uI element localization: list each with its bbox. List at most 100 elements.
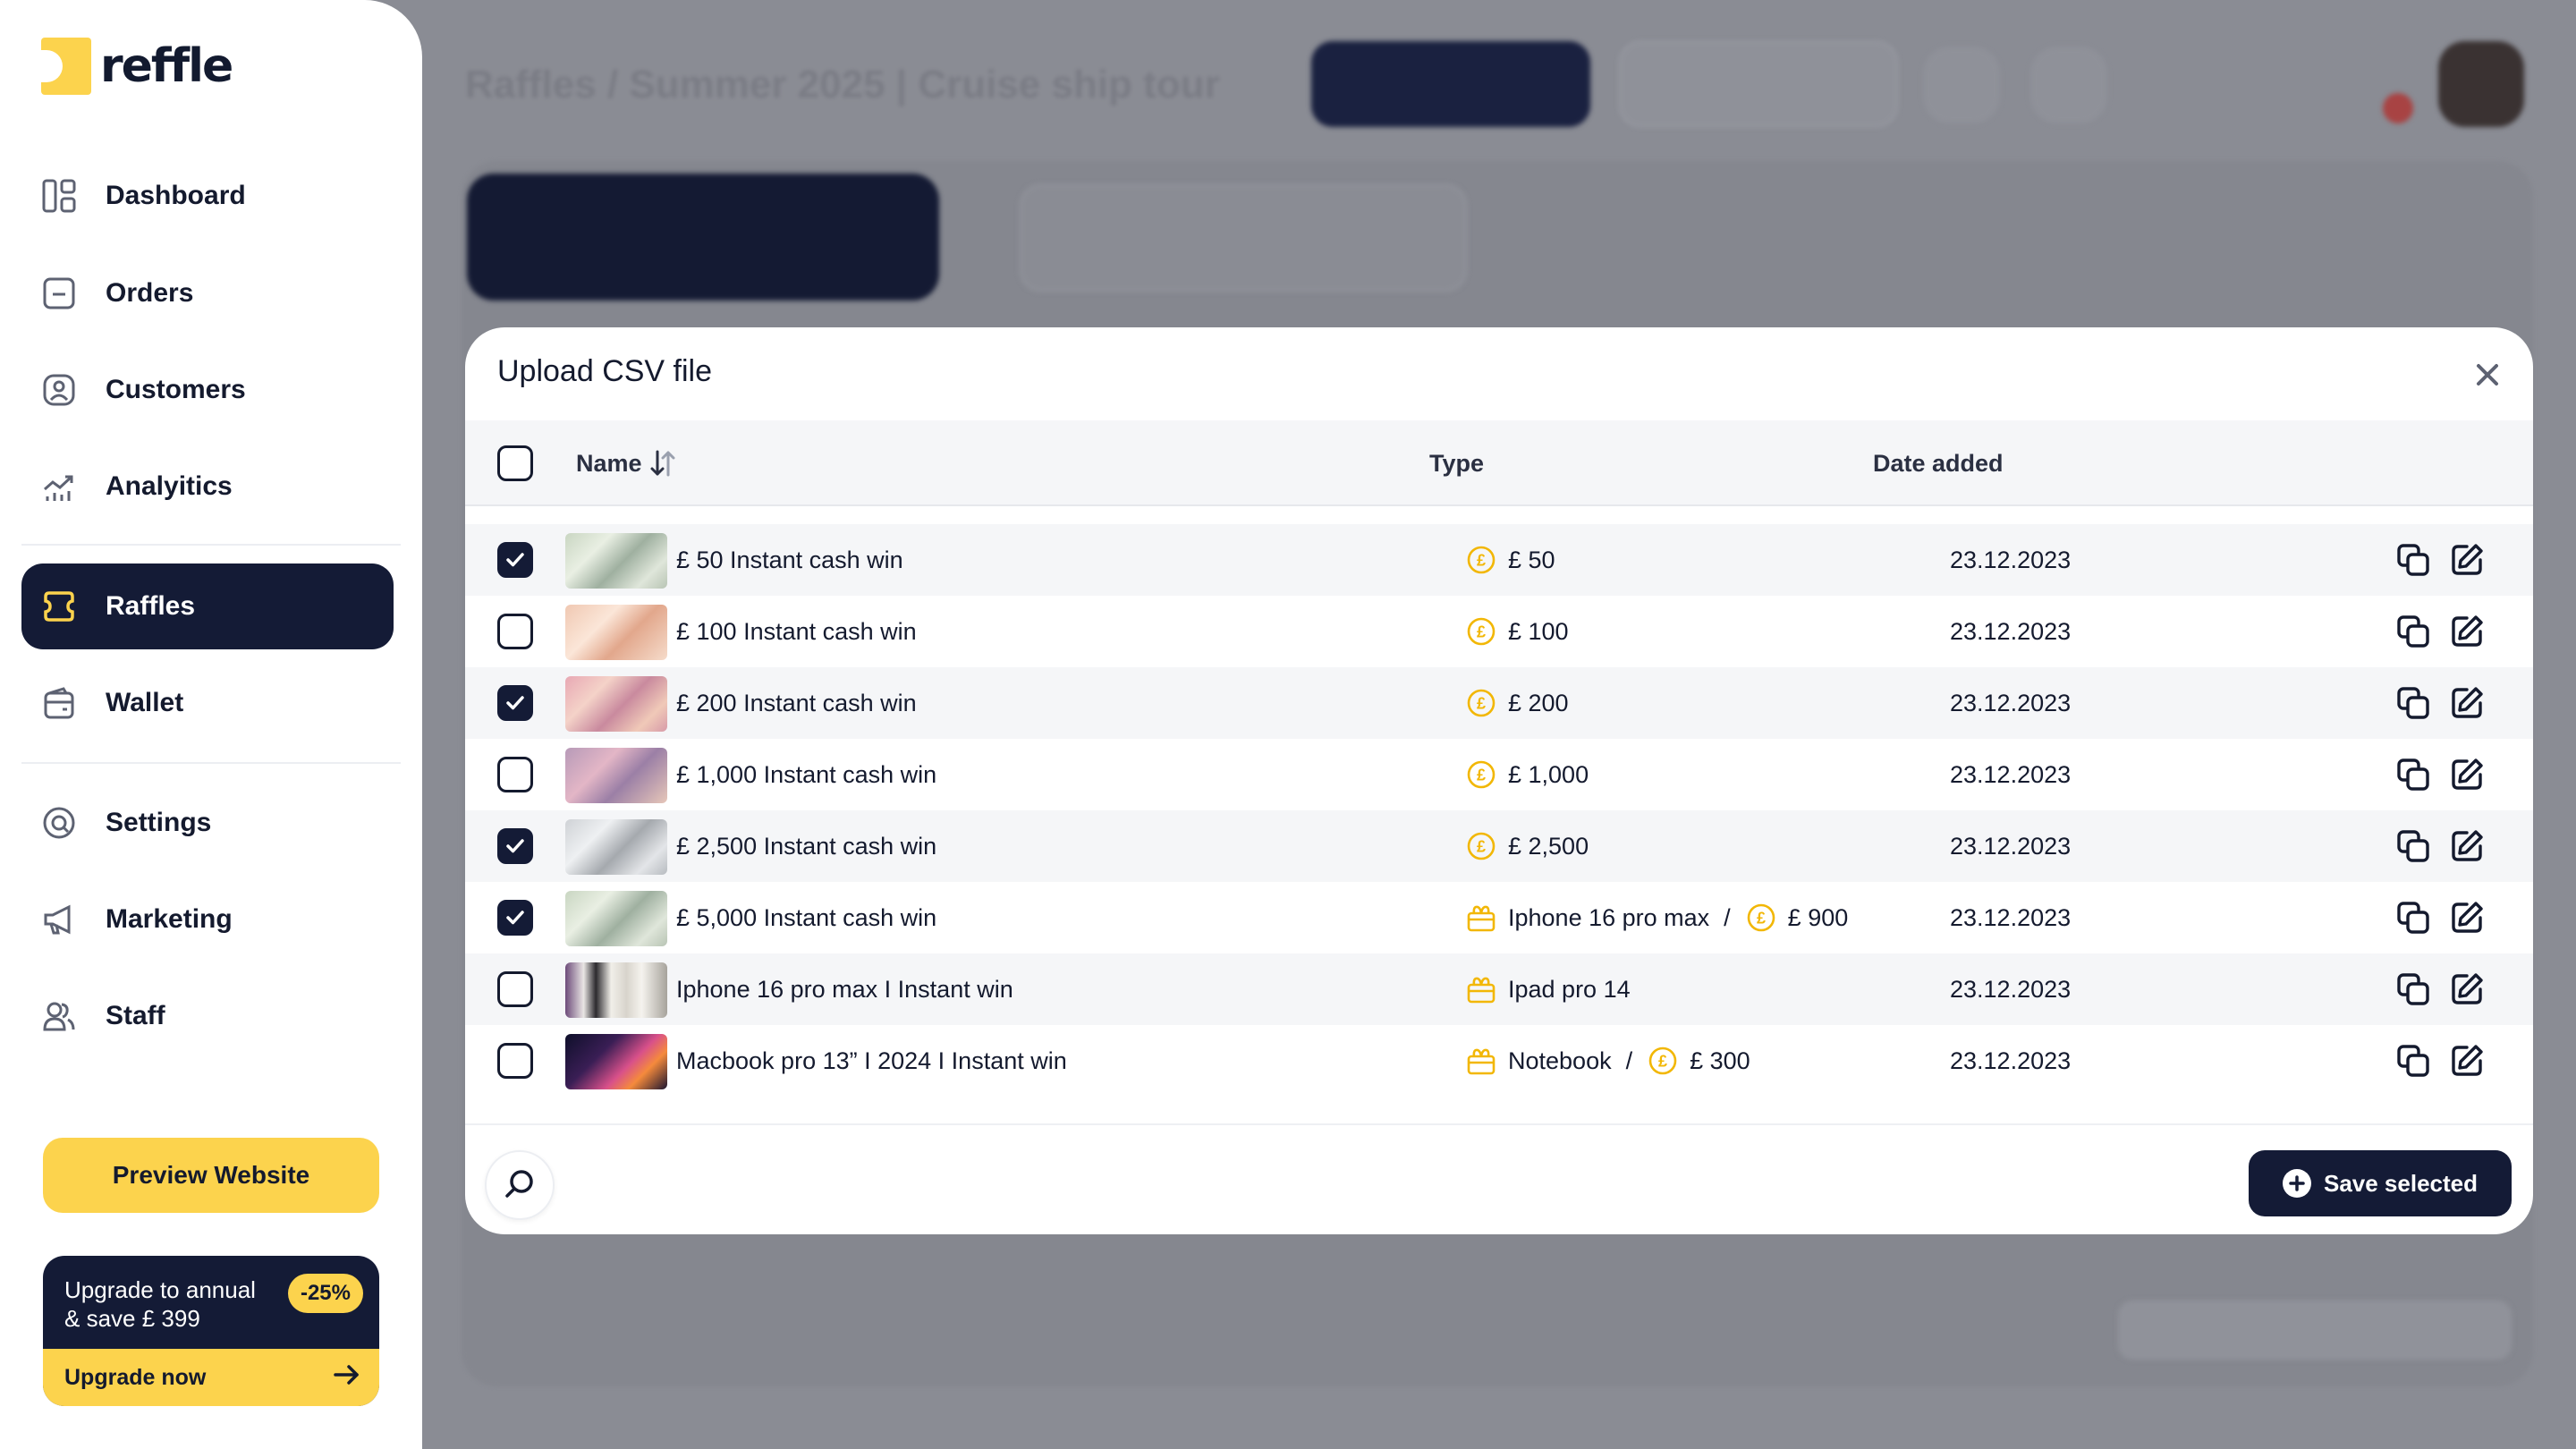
sidebar-item-label: Wallet — [106, 688, 184, 717]
duplicate-icon[interactable] — [2394, 755, 2433, 794]
duplicate-icon[interactable] — [2394, 612, 2433, 651]
edit-icon[interactable] — [2447, 1041, 2487, 1080]
search-button[interactable] — [485, 1150, 555, 1220]
sidebar-item-raffles[interactable]: Raffles — [21, 564, 394, 649]
date-added: 23.12.2023 — [1950, 546, 2072, 573]
coin-icon: £ — [1465, 758, 1497, 791]
column-header-date[interactable]: Date added — [1873, 420, 2004, 506]
sidebar-item-settings[interactable]: Settings — [21, 780, 394, 866]
sidebar-item-orders[interactable]: Orders — [21, 250, 394, 336]
row-checkbox[interactable] — [497, 614, 533, 649]
select-all-checkbox[interactable] — [497, 445, 533, 481]
page-breadcrumb: Raffles / Summer 2025 | Cruise ship tour — [465, 63, 1220, 106]
sort-icon[interactable] — [649, 449, 676, 478]
sidebar-item-marketing[interactable]: Marketing — [21, 877, 394, 962]
sidebar-item-label: Settings — [106, 808, 212, 837]
svg-text:£: £ — [1658, 1053, 1667, 1071]
prize-name: £ 200 Instant cash win — [676, 689, 917, 716]
table-row[interactable]: £ 100 Instant cash win £ £ 100 23.12.2023 — [465, 596, 2533, 667]
edit-icon[interactable] — [2447, 612, 2487, 651]
sidebar-item-staff[interactable]: Staff — [21, 973, 394, 1059]
row-checkbox[interactable] — [497, 542, 533, 578]
instant-prizes-button-bg — [1311, 41, 1590, 127]
duplicate-icon[interactable] — [2394, 1041, 2433, 1080]
row-checkbox[interactable] — [497, 1043, 533, 1079]
date-added: 23.12.2023 — [1950, 832, 2072, 860]
svg-text:£: £ — [1477, 767, 1486, 784]
preview-website-button[interactable]: Preview Website — [43, 1138, 379, 1213]
megaphone-icon — [41, 902, 77, 937]
table-row[interactable]: Macbook pro 13” I 2024 I Instant win Note… — [465, 1025, 2533, 1097]
sidebar-item-customers[interactable]: Customers — [21, 347, 394, 433]
customers-icon — [41, 372, 77, 408]
sidebar-item-label: Marketing — [106, 904, 233, 934]
row-checkbox[interactable] — [497, 757, 533, 792]
prize-type: Iphone 16 pro max / £ £ 900 — [1465, 882, 1848, 953]
bottom-action-bg — [2118, 1301, 2512, 1360]
svg-text:£: £ — [1477, 695, 1486, 713]
svg-text:£: £ — [1477, 623, 1486, 641]
duplicate-icon[interactable] — [2394, 826, 2433, 866]
table-row[interactable]: Iphone 16 pro max I Instant win Ipad pro … — [465, 953, 2533, 1025]
edit-icon[interactable] — [2447, 826, 2487, 866]
type-value: £ 2,500 — [1508, 832, 1589, 860]
row-checkbox-cell — [497, 685, 533, 721]
upgrade-text: Upgrade to annual & save £ 399 — [64, 1275, 279, 1333]
logo-mark-icon — [41, 38, 91, 95]
analytics-icon — [41, 469, 77, 504]
sidebar-item-label: Dashboard — [106, 181, 246, 210]
table-row[interactable]: £ 50 Instant cash win £ £ 50 23.12.2023 — [465, 524, 2533, 596]
table-row[interactable]: £ 1,000 Instant cash win £ £ 1,000 23.12.20… — [465, 739, 2533, 810]
plus-circle-icon — [2282, 1169, 2311, 1198]
close-icon[interactable] — [2470, 358, 2504, 392]
upgrade-now-button[interactable]: Upgrade now — [43, 1349, 379, 1406]
game-settings-button-bg — [1619, 41, 1898, 127]
table-header: Name Type Date added — [465, 420, 2533, 506]
duplicate-icon[interactable] — [2394, 683, 2433, 723]
duplicate-icon[interactable] — [2394, 898, 2433, 937]
table-row[interactable]: £ 5,000 Instant cash win Iphone 16 pro ma… — [465, 882, 2533, 953]
row-checkbox-cell — [497, 971, 533, 1007]
ticket-icon — [41, 589, 77, 624]
table-row[interactable]: £ 2,500 Instant cash win £ £ 2,500 23.12.20… — [465, 810, 2533, 882]
prize-type: Ipad pro 14 — [1465, 953, 1631, 1025]
prize-name: Macbook pro 13” I 2024 I Instant win — [676, 1046, 1067, 1074]
edit-icon[interactable] — [2447, 970, 2487, 1009]
row-checkbox-cell — [497, 900, 533, 936]
type-value: £ 100 — [1508, 617, 1569, 645]
edit-icon[interactable] — [2447, 683, 2487, 723]
column-header-type[interactable]: Type — [1429, 420, 1484, 506]
prize-thumbnail — [565, 819, 667, 875]
edit-icon[interactable] — [2447, 898, 2487, 937]
type-value: £ 200 — [1508, 689, 1569, 716]
duplicate-icon[interactable] — [2394, 970, 2433, 1009]
row-checkbox[interactable] — [497, 971, 533, 1007]
column-name-label: Name — [576, 449, 642, 477]
duplicate-icon[interactable] — [2394, 540, 2433, 580]
sidebar-item-label: Analyitics — [106, 471, 233, 501]
prize-thumbnail — [565, 962, 667, 1018]
prize-type: £ £ 200 — [1465, 667, 1569, 739]
save-selected-button[interactable]: Save selected — [2249, 1150, 2512, 1216]
sidebar-item-dashboard[interactable]: Dashboard — [21, 153, 394, 239]
column-header-name[interactable]: Name — [576, 420, 676, 506]
edit-icon[interactable] — [2447, 755, 2487, 794]
sidebar-item-analytics[interactable]: Analyitics — [21, 444, 394, 530]
type-value: £ 1,000 — [1508, 760, 1589, 788]
date-added: 23.12.2023 — [1950, 689, 2072, 716]
toolbar-round-2 — [2030, 47, 2107, 123]
row-checkbox-cell — [497, 757, 533, 792]
row-checkbox[interactable] — [497, 828, 533, 864]
prize-name: £ 100 Instant cash win — [676, 617, 917, 645]
sidebar-item-wallet[interactable]: Wallet — [21, 660, 394, 746]
row-checkbox[interactable] — [497, 685, 533, 721]
save-selected-label: Save selected — [2323, 1169, 2478, 1197]
wallet-icon — [41, 685, 77, 721]
edit-icon[interactable] — [2447, 540, 2487, 580]
row-checkbox[interactable] — [497, 900, 533, 936]
coin-icon: £ — [1745, 902, 1777, 934]
prize-name: £ 2,500 Instant cash win — [676, 832, 937, 860]
logo[interactable]: reffle — [41, 38, 233, 95]
sidebar-item-label: Raffles — [106, 591, 196, 621]
table-row[interactable]: £ 200 Instant cash win £ £ 200 23.12.2023 — [465, 667, 2533, 739]
